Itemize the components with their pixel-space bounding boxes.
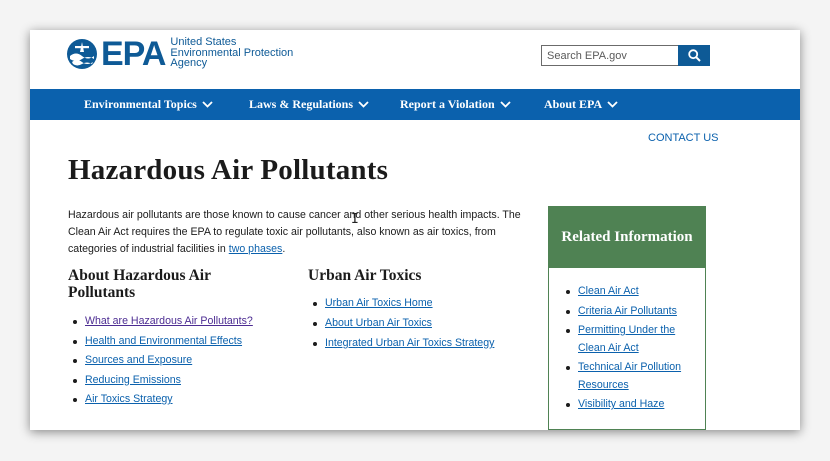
list-item: Reducing Emissions <box>68 374 253 387</box>
epa-seal-icon <box>67 39 97 69</box>
intro-text-end: . <box>282 243 286 255</box>
about-section-heading: About Hazardous Air Pollutants <box>68 267 211 301</box>
related-information-box: Related Information Clean Air Act Criter… <box>548 206 706 430</box>
nav-label: Environmental Topics <box>84 97 197 111</box>
list-item: About Urban Air Toxics <box>308 317 494 330</box>
nav-label: About EPA <box>544 97 603 111</box>
related-link-technical-resources[interactable]: Technical Air Pollution Resources <box>578 361 681 391</box>
chevron-down-icon <box>607 101 618 108</box>
epa-logo[interactable]: EPA United States Environmental Protecti… <box>66 35 293 73</box>
urban-section-heading: Urban Air Toxics <box>308 267 422 284</box>
urban-link-strategy[interactable]: Integrated Urban Air Toxics Strategy <box>325 337 494 349</box>
nav-report-violation[interactable]: Report a Violation <box>400 89 511 120</box>
nav-laws-regulations[interactable]: Laws & Regulations <box>249 89 369 120</box>
list-item: Technical Air Pollution Resources <box>561 359 701 394</box>
urban-link-home[interactable]: Urban Air Toxics Home <box>325 297 433 309</box>
list-item: Health and Environmental Effects <box>68 335 253 348</box>
list-item: Urban Air Toxics Home <box>308 297 494 310</box>
text-cursor-icon: I <box>351 212 359 227</box>
list-item: Permitting Under the Clean Air Act <box>561 322 701 357</box>
search-form <box>541 45 710 66</box>
logo-wordmark: EPA <box>101 35 166 73</box>
about-link-sources-exposure[interactable]: Sources and Exposure <box>85 354 192 366</box>
epa-page: EPA United States Environmental Protecti… <box>30 30 800 430</box>
page-title: Hazardous Air Pollutants <box>68 154 389 186</box>
list-item: Air Toxics Strategy <box>68 393 253 406</box>
main-nav: Environmental Topics Laws & Regulations … <box>30 89 800 120</box>
chevron-down-icon <box>500 101 511 108</box>
list-item: Integrated Urban Air Toxics Strategy <box>308 337 494 350</box>
site-header: EPA United States Environmental Protecti… <box>30 30 800 89</box>
related-link-permitting[interactable]: Permitting Under the Clean Air Act <box>578 324 675 354</box>
list-item: Visibility and Haze <box>561 396 701 414</box>
about-link-reducing-emissions[interactable]: Reducing Emissions <box>85 374 181 386</box>
search-icon <box>687 49 701 62</box>
search-input[interactable] <box>541 45 678 66</box>
intro-paragraph: Hazardous air pollutants are those known… <box>68 207 530 258</box>
about-link-health-effects[interactable]: Health and Environmental Effects <box>85 335 242 347</box>
urban-links-list: Urban Air Toxics Home About Urban Air To… <box>308 297 494 350</box>
intro-text: Hazardous air pollutants are those known… <box>68 209 521 255</box>
related-links-list: Clean Air Act Criteria Air Pollutants Pe… <box>561 283 701 416</box>
chevron-down-icon <box>358 101 369 108</box>
nav-about-epa[interactable]: About EPA <box>544 89 618 120</box>
about-link-what-are-haps[interactable]: What are Hazardous Air Pollutants? <box>85 315 253 327</box>
urban-link-about[interactable]: About Urban Air Toxics <box>325 317 432 329</box>
chevron-down-icon <box>202 101 213 108</box>
list-item: Clean Air Act <box>561 283 701 301</box>
nav-label: Report a Violation <box>400 97 495 111</box>
related-link-visibility-haze[interactable]: Visibility and Haze <box>578 398 664 410</box>
related-link-clean-air-act[interactable]: Clean Air Act <box>578 285 639 297</box>
related-heading: Related Information <box>548 206 706 268</box>
about-links-list: What are Hazardous Air Pollutants? Healt… <box>68 315 253 406</box>
search-button[interactable] <box>678 45 710 66</box>
nav-label: Laws & Regulations <box>249 97 354 111</box>
agency-line-3: Agency <box>170 57 208 70</box>
list-item: Criteria Air Pollutants <box>561 303 701 321</box>
contact-us-link[interactable]: CONTACT US <box>648 132 719 144</box>
two-phases-link[interactable]: two phases <box>229 243 283 255</box>
related-link-criteria-pollutants[interactable]: Criteria Air Pollutants <box>578 305 677 317</box>
nav-environmental-topics[interactable]: Environmental Topics <box>84 89 213 120</box>
about-link-air-toxics-strategy[interactable]: Air Toxics Strategy <box>85 393 173 405</box>
agency-name: United States Environmental Protection A… <box>170 37 293 69</box>
list-item: Sources and Exposure <box>68 354 253 367</box>
list-item: What are Hazardous Air Pollutants? <box>68 315 253 328</box>
